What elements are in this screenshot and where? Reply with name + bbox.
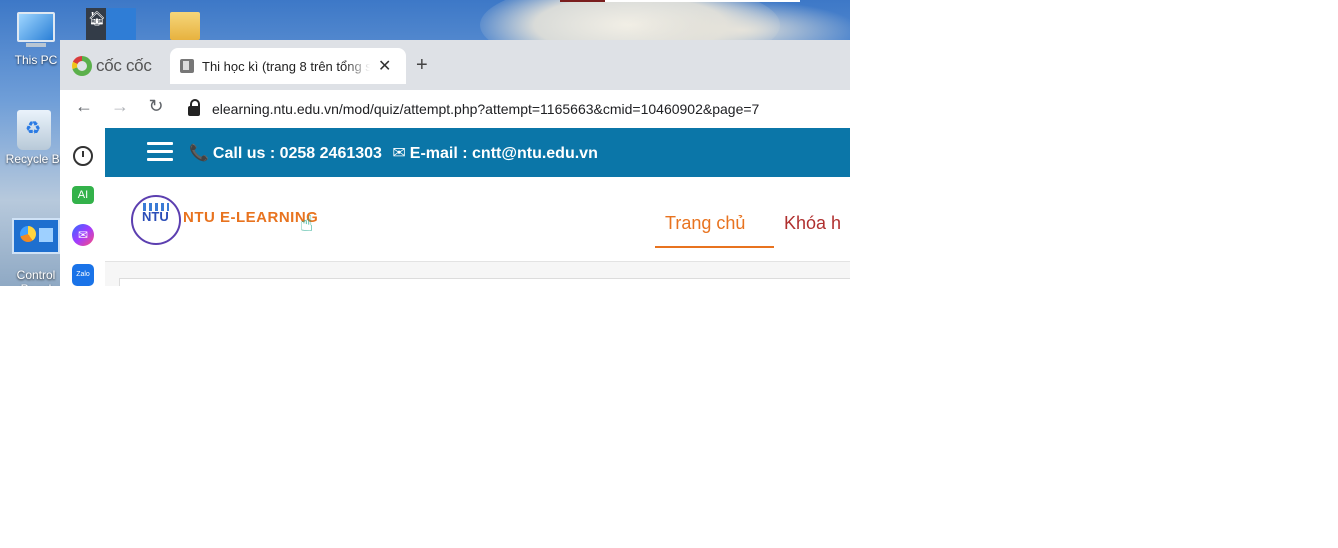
desktop-icon-label: Recycle Bi [5,152,63,166]
window-edge [560,0,605,2]
active-menu-underline [655,246,774,248]
tab-strip: cốc cốc Thi học kì (trang 8 trên tổng s … [60,40,850,90]
contact-info: 📞 Call us : 0258 2461303 ✉ E-mail : cntt@n… [189,143,598,163]
desktop-icon-label: This PC [14,53,58,67]
coccoc-logo-icon [72,56,92,76]
contact-bar: 📞 Call us : 0258 2461303 ✉ E-mail : cntt@n… [105,128,850,177]
folder-icon[interactable] [170,12,200,40]
zalo-icon[interactable]: Zalo [72,264,94,286]
menu-home[interactable]: Trang chủ [665,213,745,234]
tab-favicon-icon [180,59,194,73]
brand-text: cốc cốc [96,56,152,75]
tab-title: Thi học kì (trang 8 trên tổng s [202,58,370,74]
pointer-hand-icon: ☝︎ [300,211,314,236]
reload-button[interactable]: ↻ [144,96,168,117]
email-text[interactable]: E-mail : cntt@ntu.edu.vn [410,145,598,162]
web-page: 📞 Call us : 0258 2461303 ✉ E-mail : cntt@n… [105,128,850,286]
browser-brand[interactable]: cốc cốc [72,54,152,78]
phone-text: Call us : 0258 2461303 [212,145,382,162]
site-name[interactable]: NTU E-LEARNING [183,209,318,226]
ntu-logo[interactable]: NTU [131,195,181,245]
control-panel-icon [12,218,60,254]
desktop-icon-label: Control Panel [16,268,56,286]
desktop-icon-control-panel[interactable]: Control Panel [6,218,66,286]
computer-icon [16,10,56,48]
content-panel [119,278,850,286]
email-icon: ✉ [392,145,406,162]
taskbar-shortcut-icon[interactable]: 🏠︎ [86,8,136,44]
menu-courses[interactable]: Khóa h [784,213,841,234]
browser-toolbar: ← → ↻ elearning.ntu.edu.vn/mod/quiz/atte… [60,90,850,128]
logo-abbr: NTU [142,209,169,224]
window-edge [605,0,800,2]
phone-icon: 📞 [189,145,209,162]
address-bar[interactable]: elearning.ntu.edu.vn/mod/quiz/attempt.ph… [180,94,850,124]
recycle-bin-icon [17,110,51,150]
desktop: This PC Recycle Bi Control Panel 🏠︎ cốc … [0,0,850,286]
url-text[interactable]: elearning.ntu.edu.vn/mod/quiz/attempt.ph… [212,101,759,117]
desktop-icon-recycle-bin[interactable]: Recycle Bi [4,110,64,166]
site-header: NTU NTU E-LEARNING ☝︎ Trang chủ Khóa h [105,177,850,262]
history-icon[interactable] [73,146,93,166]
messenger-icon[interactable]: ✉ [72,224,94,246]
ai-icon[interactable]: AI [72,186,94,204]
new-tab-button[interactable]: + [416,54,428,77]
desktop-icon-this-pc[interactable]: This PC [6,10,66,67]
forward-button[interactable]: → [108,96,132,117]
close-icon[interactable]: ✕ [378,56,391,76]
browser-sidebar: AI ✉ Zalo [60,128,105,286]
back-button[interactable]: ← [72,96,96,117]
browser-window: cốc cốc Thi học kì (trang 8 trên tổng s … [60,40,850,286]
lock-icon [188,99,200,116]
tab-active[interactable]: Thi học kì (trang 8 trên tổng s ✕ [170,48,406,84]
hamburger-menu-icon[interactable] [147,142,173,162]
